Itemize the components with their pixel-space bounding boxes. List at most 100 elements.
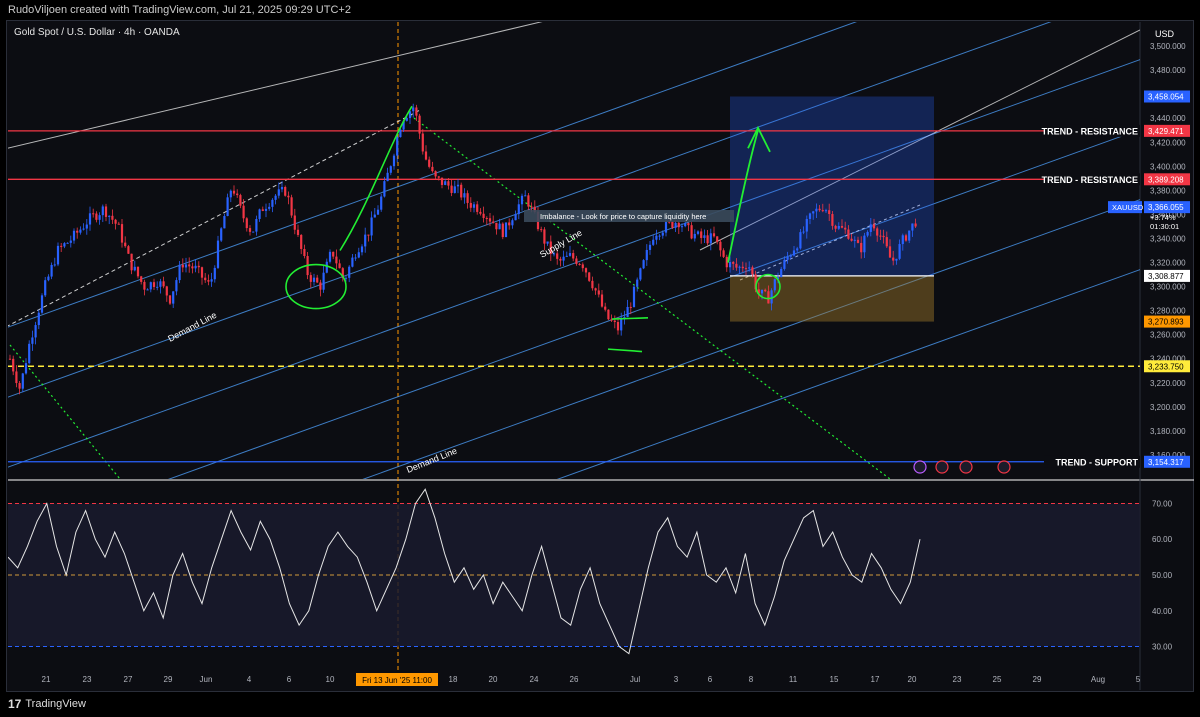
candle	[655, 235, 658, 240]
candle	[469, 202, 472, 208]
candle	[613, 320, 616, 322]
candle	[284, 187, 287, 196]
candle	[700, 231, 703, 238]
candle	[773, 279, 776, 291]
candle	[53, 264, 56, 266]
price-tick-label: 3,200.000	[1150, 403, 1186, 412]
candle	[28, 343, 31, 364]
candle	[261, 209, 264, 211]
candle	[111, 215, 114, 220]
time-tick-label: Aug	[1091, 675, 1105, 684]
candle	[444, 181, 447, 185]
chart-canvas[interactable]: TREND - RESISTANCE TREND - RESISTANCE TREN…	[0, 0, 1200, 717]
event-flag-icon[interactable]	[997, 460, 1011, 474]
candle	[456, 184, 460, 187]
candle	[882, 235, 885, 238]
candle	[428, 159, 431, 167]
candle	[40, 295, 44, 313]
candle	[578, 263, 581, 265]
event-flash-icon[interactable]	[913, 460, 927, 474]
candle	[450, 185, 453, 193]
candle	[799, 232, 802, 249]
price-tick-label: 3,420.000	[1150, 138, 1186, 147]
candle	[296, 229, 300, 235]
candle	[181, 264, 184, 268]
candle	[82, 228, 85, 230]
candle	[332, 251, 335, 257]
candle	[309, 275, 312, 282]
candle	[386, 172, 389, 182]
candle	[709, 233, 712, 244]
candle	[908, 230, 911, 241]
candle	[453, 186, 456, 193]
candle	[383, 181, 386, 197]
candle	[268, 206, 271, 209]
candle	[764, 289, 767, 292]
tradingview-logo-icon: 17	[8, 697, 22, 711]
time-tick-label: Jul	[630, 675, 640, 684]
candle	[556, 253, 559, 259]
resistance-label: TREND - RESISTANCE	[1042, 175, 1138, 185]
candle	[562, 256, 565, 261]
time-tick-label: 3	[674, 675, 679, 684]
candle	[351, 257, 354, 267]
candle	[431, 166, 434, 172]
bar-countdown-label: 01:30:01	[1150, 222, 1179, 231]
candle	[303, 248, 306, 257]
candle	[840, 225, 844, 228]
tradingview-brand[interactable]: 17 TradingView	[8, 697, 86, 711]
event-flag-icon[interactable]	[935, 460, 949, 474]
ticker-tag-label: XAUUSD	[1112, 203, 1144, 212]
candle	[495, 222, 498, 230]
price-tick-label: 3,220.000	[1150, 379, 1186, 388]
candle	[517, 204, 520, 215]
candle	[543, 229, 546, 244]
price-tick-label: 3,180.000	[1150, 427, 1186, 436]
candle	[389, 166, 392, 173]
candle	[876, 228, 879, 236]
event-flag-icon[interactable]	[959, 460, 973, 474]
candle	[104, 206, 108, 217]
price-tag-label: 3,233.750	[1148, 362, 1184, 371]
candle	[114, 219, 117, 224]
crosshair-time-label: Fri 13 Jun '25 11:00	[362, 676, 432, 685]
time-tick-label: 18	[449, 675, 458, 684]
tradingview-brand-label: TradingView	[25, 698, 86, 710]
candle	[15, 371, 18, 384]
candle	[380, 196, 383, 210]
candle	[184, 264, 188, 268]
candle	[508, 222, 511, 226]
candle	[264, 208, 268, 211]
candle	[575, 258, 578, 264]
candle	[568, 253, 572, 256]
candle	[856, 239, 860, 243]
candle	[8, 358, 12, 360]
candle	[738, 266, 741, 268]
rsi-tick-label: 70.00	[1152, 499, 1173, 508]
time-tick-label: Jun	[200, 675, 213, 684]
time-tick-label: 11	[789, 675, 798, 684]
annotation-mark	[607, 348, 643, 353]
candle	[588, 272, 591, 281]
candle	[911, 223, 914, 231]
candle	[325, 261, 328, 273]
candle	[66, 242, 69, 244]
candle	[239, 195, 242, 206]
candle	[834, 225, 837, 229]
candle	[594, 288, 597, 291]
candle	[751, 267, 754, 275]
candle	[207, 280, 210, 282]
candle	[482, 213, 485, 218]
candle	[584, 268, 588, 273]
candle	[392, 155, 396, 167]
candle	[789, 255, 792, 257]
candle	[200, 267, 204, 278]
time-tick-label: 20	[908, 675, 917, 684]
candle	[319, 282, 322, 290]
candle	[600, 294, 604, 307]
candle	[597, 290, 600, 295]
candle	[229, 190, 232, 198]
candle	[136, 266, 140, 277]
candle	[520, 195, 524, 205]
price-change-label: +3.74%	[1150, 213, 1176, 222]
